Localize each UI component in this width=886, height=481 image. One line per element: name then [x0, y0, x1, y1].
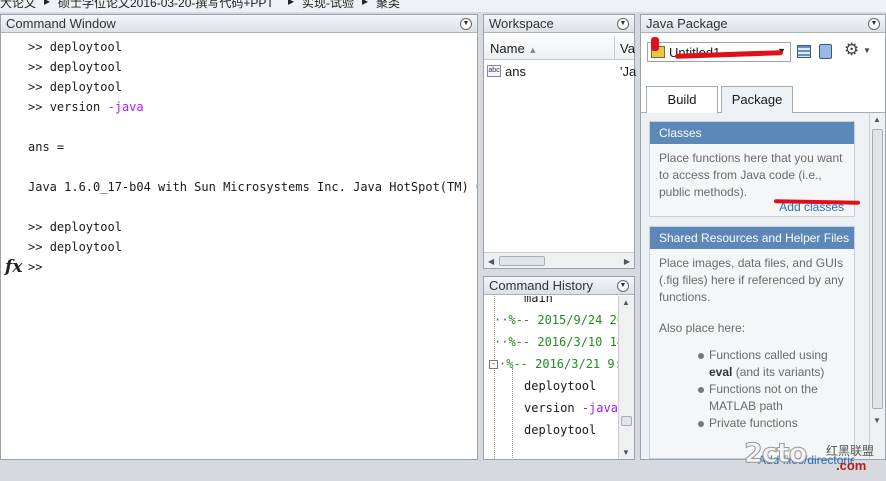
- history-session[interactable]: ··%-- 2016/3/10 14: [494, 335, 618, 349]
- current-prompt: >>: [28, 260, 43, 274]
- command-window-title: Command Window: [6, 16, 116, 31]
- workspace-title: Workspace: [489, 16, 554, 31]
- command-history-title: Command History: [489, 278, 594, 293]
- panel-actions-icon[interactable]: ▼: [868, 18, 880, 30]
- history-item[interactable]: version -java: [524, 401, 618, 415]
- workspace-row[interactable]: abc ans 'Ja: [484, 63, 637, 81]
- scroll-thumb[interactable]: [499, 256, 545, 266]
- scroll-thumb[interactable]: [621, 416, 632, 426]
- command-line: >> deploytool: [28, 80, 122, 94]
- collapse-icon[interactable]: -: [489, 360, 498, 369]
- breadcrumb-item[interactable]: 硕士学位论文2016-03-20-撰写代码+PPT: [58, 0, 274, 11]
- package-icon[interactable]: [819, 44, 832, 59]
- tree-line: [512, 368, 513, 458]
- history-item[interactable]: deploytool: [524, 423, 596, 437]
- panel-actions-icon[interactable]: ▼: [617, 18, 629, 30]
- java-package-titlebar: Java Package ▼: [641, 15, 885, 33]
- char-variable-icon: abc: [487, 65, 501, 77]
- command-line: >> deploytool: [28, 240, 122, 254]
- shared-resources-heading: Shared Resources and Helper Files: [650, 227, 854, 249]
- bullet-item: Functions not on the MATLAB path: [696, 381, 845, 415]
- chevron-down-icon[interactable]: ▼: [863, 46, 871, 55]
- also-place-label: Also place here:: [659, 321, 746, 335]
- shared-resources-section: Shared Resources and Helper Files Place …: [649, 226, 855, 465]
- variable-value: 'Ja: [620, 64, 637, 79]
- shared-resources-description: Place images, data files, and GUIs (.fig…: [659, 256, 844, 304]
- breadcrumb-separator: ▸: [362, 0, 369, 8]
- workspace-titlebar: Workspace ▼: [484, 15, 634, 33]
- breadcrumb-separator: ▸: [44, 0, 51, 8]
- history-session[interactable]: ··%-- 2015/9/24 20: [494, 313, 618, 327]
- project-settings-icon[interactable]: [797, 45, 811, 58]
- watermark-url: .com: [836, 458, 867, 473]
- scroll-down-icon[interactable]: ▼: [622, 448, 630, 457]
- command-history-panel: Command History ▼ main ··%-- 2015/9/24 2…: [483, 276, 635, 460]
- java-package-title: Java Package: [646, 16, 728, 31]
- bullet-item: Functions called using eval (and its var…: [696, 347, 845, 381]
- column-divider[interactable]: [614, 36, 615, 60]
- panel-actions-icon[interactable]: ▼: [460, 18, 472, 30]
- command-window-panel: Command Window ▼ >> deploytool >> deploy…: [0, 14, 478, 460]
- panel-actions-icon[interactable]: ▼: [617, 280, 629, 292]
- workspace-header: Name ▲ Va: [484, 36, 635, 60]
- command-line: >> version -java: [28, 100, 144, 114]
- tab-package[interactable]: Package: [721, 86, 793, 113]
- classes-heading: Classes: [650, 122, 854, 144]
- command-line: >> deploytool: [28, 60, 122, 74]
- java-package-panel: Java Package ▼ Untitled1 ▼ ⚙ ▼ Build Pac…: [640, 14, 886, 465]
- workspace-hscrollbar[interactable]: ◀ ▶: [484, 252, 634, 268]
- bullet-item: Private functions: [696, 415, 845, 432]
- workspace-panel: Workspace ▼ Name ▲ Va abc ans 'Ja ◀ ▶: [483, 14, 637, 269]
- command-line: >> deploytool: [28, 40, 122, 54]
- ans-label: ans =: [28, 140, 65, 154]
- breadcrumb-item[interactable]: 聚类: [376, 0, 400, 11]
- command-window-content[interactable]: >> deploytool >> deploytool >> deploytoo…: [1, 34, 477, 459]
- sort-ascending-icon: ▲: [528, 45, 538, 55]
- history-item[interactable]: deploytool: [524, 379, 596, 393]
- classes-description: Place functions here that you want to ac…: [659, 151, 843, 199]
- column-header-name[interactable]: Name ▲: [490, 41, 537, 56]
- breadcrumb-item[interactable]: 实现-试验: [302, 0, 354, 11]
- ans-value: Java 1.6.0_17-b04 with Sun Microsystems …: [28, 180, 477, 194]
- breadcrumb-item[interactable]: 大论文: [0, 0, 36, 11]
- command-history-titlebar: Command History ▼: [484, 277, 634, 295]
- gear-icon[interactable]: ⚙: [844, 40, 859, 60]
- watermark-logo: 2cto: [743, 438, 807, 470]
- history-item[interactable]: main: [524, 296, 553, 305]
- scroll-left-icon[interactable]: ◀: [488, 257, 494, 266]
- watermark: 2cto 红黑联盟 .com: [743, 436, 886, 481]
- command-line: >> deploytool: [28, 220, 122, 234]
- scroll-up-icon[interactable]: ▲: [622, 298, 630, 307]
- scroll-right-icon[interactable]: ▶: [624, 257, 630, 266]
- history-session[interactable]: ·%-- 2016/3/21 9:: [499, 357, 618, 371]
- variable-name: ans: [505, 64, 526, 79]
- command-window-titlebar: Command Window ▼: [1, 15, 477, 33]
- scroll-up-icon[interactable]: ▲: [873, 115, 881, 124]
- annotation-mark: [651, 37, 659, 51]
- fx-function-browser-icon[interactable]: fx: [5, 257, 22, 277]
- tab-build[interactable]: Build: [646, 86, 718, 114]
- java-package-vscrollbar[interactable]: ▲ ▼: [869, 113, 885, 459]
- watermark-text: 红黑联盟: [826, 444, 875, 458]
- breadcrumb-separator: ▸: [288, 0, 295, 8]
- breadcrumb: 大论文 ▸ 硕士学位论文2016-03-20-撰写代码+PPT ▸ 实现-试验 …: [0, 0, 886, 12]
- bullet-list: Functions called using eval (and its var…: [650, 337, 854, 432]
- column-header-value[interactable]: Va: [620, 41, 635, 56]
- history-vscrollbar[interactable]: ▲ ▼: [618, 296, 634, 459]
- history-list: main ··%-- 2015/9/24 20 ··%-- 2016/3/10 …: [484, 296, 618, 459]
- scroll-down-icon[interactable]: ▼: [873, 416, 881, 425]
- scroll-thumb[interactable]: [872, 129, 883, 409]
